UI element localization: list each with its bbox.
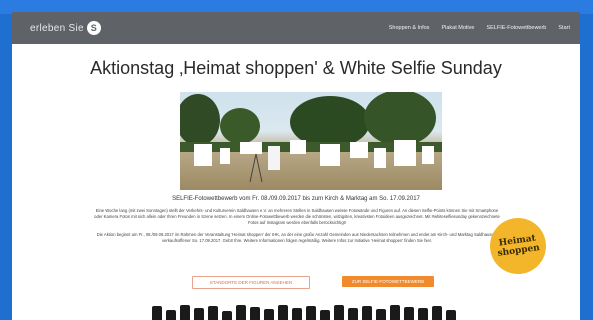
- figure-icon: [222, 311, 232, 320]
- figure-icon: [306, 306, 316, 320]
- figure-icon: [194, 308, 204, 320]
- figure-icon: [208, 306, 218, 320]
- figure-icon: [236, 305, 246, 320]
- logo-text: erleben Sie: [30, 22, 84, 34]
- navbar: erleben Sie S Shoppen & Infos Plakat Mot…: [12, 12, 580, 44]
- hero-photo: [180, 92, 442, 190]
- intro-paragraph: Eine Woche lang (mit zwei Sonntagen) ste…: [94, 208, 500, 225]
- nav-item-plakat[interactable]: Plakat Motive: [441, 25, 474, 31]
- webpage: erleben Sie S Shoppen & Infos Plakat Mot…: [12, 12, 580, 320]
- figure-icon: [390, 305, 400, 320]
- figure-icon: [418, 308, 428, 320]
- figure-icon: [334, 305, 344, 320]
- figure-icon: [404, 307, 414, 320]
- figure-icons-row: [152, 304, 462, 320]
- figure-icon: [432, 306, 442, 320]
- contest-subtitle: SELFIE-Fotowettbewerb vom Fr. 08./09.09.…: [172, 196, 420, 202]
- figure-icon: [376, 309, 386, 320]
- figure-icon: [278, 305, 288, 320]
- figure-icon: [250, 307, 260, 320]
- nav-item-selfie[interactable]: SELFIE-Fotowettbewerb: [486, 25, 546, 31]
- figure-icon: [320, 310, 330, 320]
- page-title: Aktionstag ‚Heimat shoppen' & White Self…: [90, 58, 502, 78]
- view-locations-button[interactable]: STANDORTE DER FIGUREN ANSEHEN: [192, 276, 310, 289]
- nav-item-shoppen[interactable]: Shoppen & Infos: [389, 25, 430, 31]
- main-nav: Shoppen & Infos Plakat Motive SELFIE-Fot…: [389, 25, 570, 31]
- logo-mark-icon: S: [86, 21, 101, 35]
- figure-icon: [152, 306, 162, 320]
- contest-button[interactable]: ZUR SELFIE-FOTOWETTBEWERB: [342, 276, 434, 287]
- figure-icon: [348, 308, 358, 320]
- selfie-figures-graphic: [194, 140, 434, 183]
- figure-icon: [180, 305, 190, 320]
- figure-icon: [166, 310, 176, 320]
- figure-icon: [292, 308, 302, 320]
- nav-item-start[interactable]: Start: [558, 25, 570, 31]
- figure-icon: [264, 309, 274, 320]
- details-paragraph: Die Aktion beginnt am Fr., 08./09.09.201…: [96, 232, 498, 243]
- figure-icon: [446, 310, 456, 320]
- site-logo[interactable]: erleben Sie S: [30, 21, 101, 35]
- figure-icon: [362, 306, 372, 320]
